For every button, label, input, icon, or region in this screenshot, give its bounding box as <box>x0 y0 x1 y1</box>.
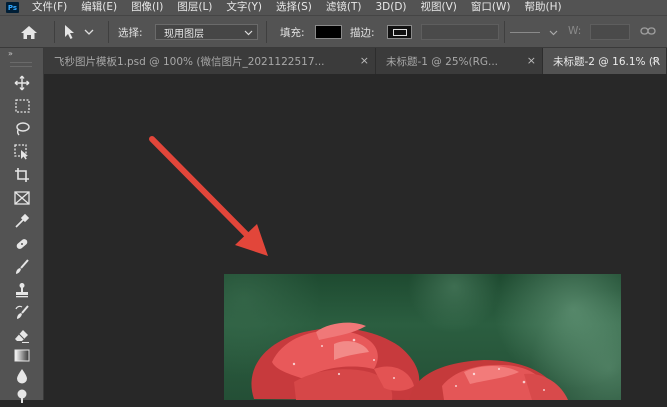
annotation-arrow-icon <box>149 136 268 256</box>
